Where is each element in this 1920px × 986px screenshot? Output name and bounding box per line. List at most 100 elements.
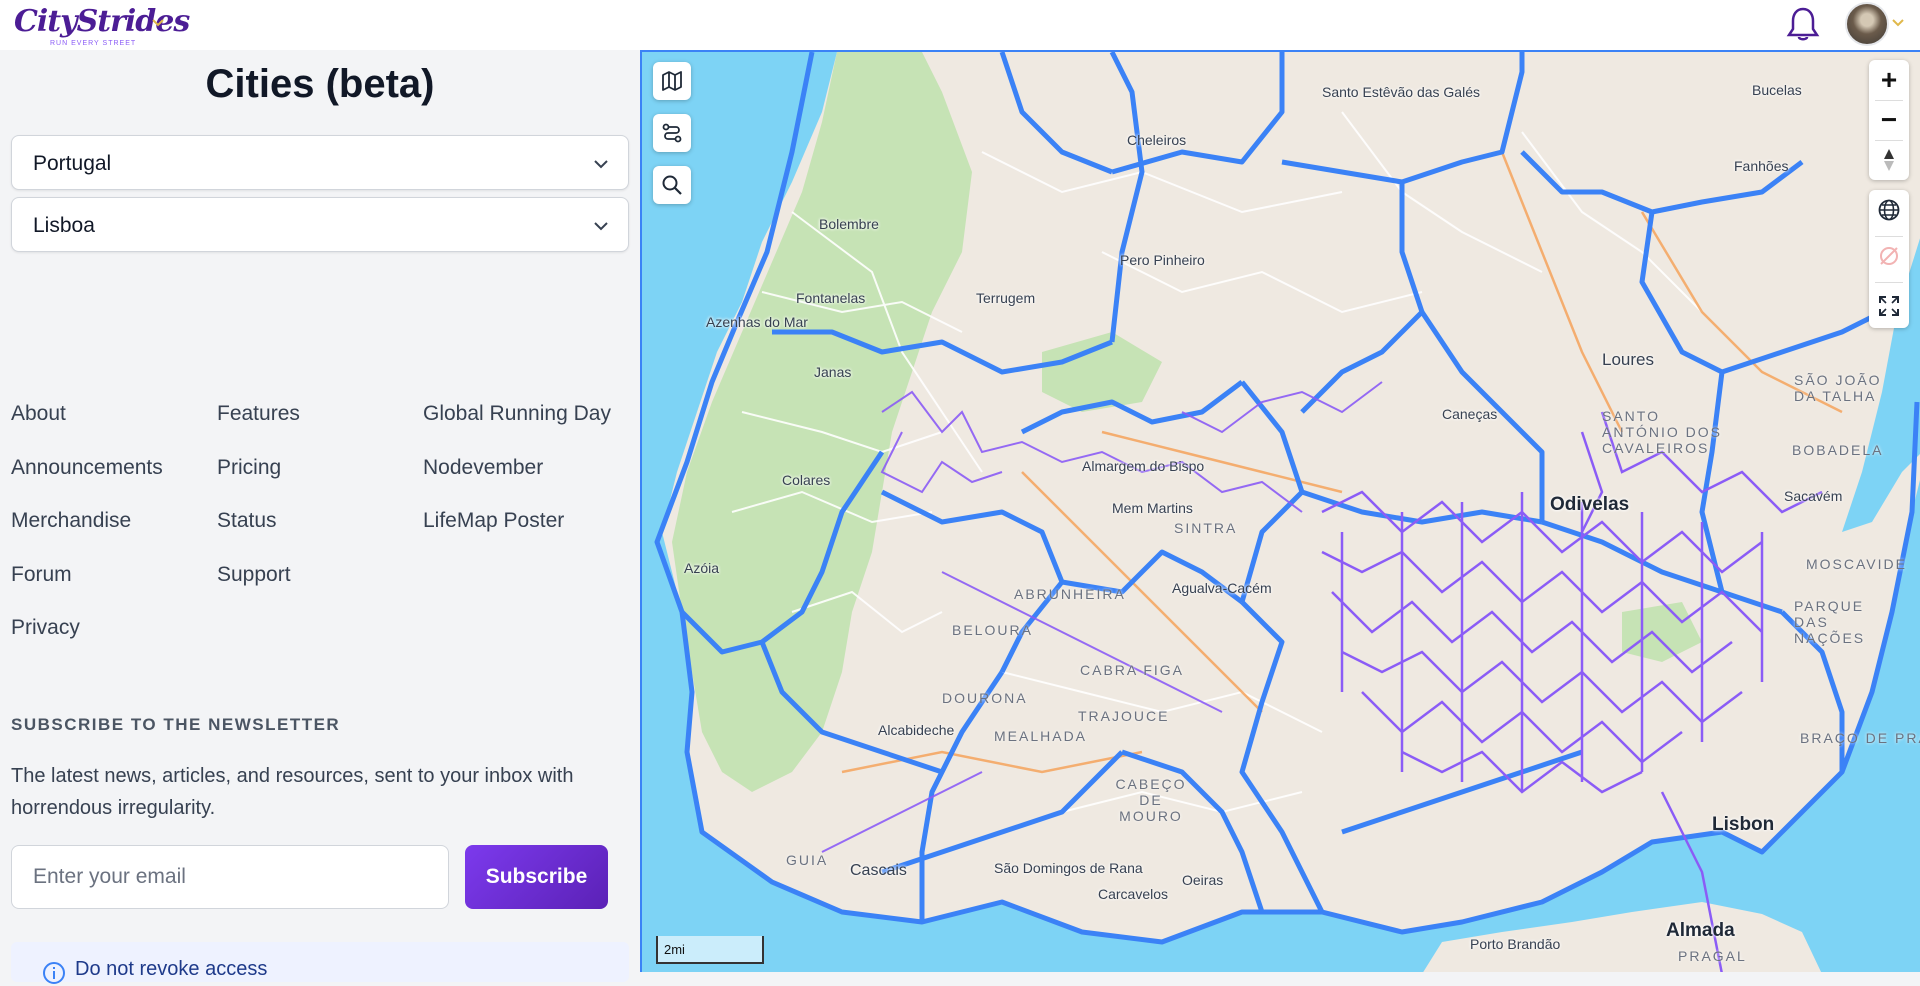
chevron-down-icon xyxy=(594,160,608,169)
newsletter-heading: SUBSCRIBE TO THE NEWSLETTER xyxy=(11,715,341,734)
link-pricing[interactable]: Pricing xyxy=(217,456,300,510)
bell-icon[interactable] xyxy=(1786,5,1820,43)
divider xyxy=(1875,236,1903,237)
notice-banner: Do not revoke access xyxy=(11,942,629,984)
brand-tagline: RUN EVERY STREET xyxy=(50,40,137,47)
chevron-down-icon[interactable] xyxy=(150,14,166,30)
footer-links-column: About Announcements Merchandise Forum Pr… xyxy=(11,402,163,670)
map-search-button[interactable] xyxy=(653,166,691,204)
map-scale-label: 2mi xyxy=(664,942,685,957)
city-select-value: Lisboa xyxy=(33,214,95,237)
map-area-label: MOSCAVIDE xyxy=(1806,556,1907,572)
sidebar: Cities (beta) Portugal Lisboa About Anno… xyxy=(0,50,640,984)
chevron-down-icon[interactable] xyxy=(1890,14,1906,30)
link-announcements[interactable]: Announcements xyxy=(11,456,163,510)
link-nodevember[interactable]: Nodevember xyxy=(423,456,611,510)
map-place-label: Pero Pinheiro xyxy=(1120,252,1205,268)
country-select[interactable]: Portugal xyxy=(11,135,629,190)
map-area-label: DOURONA xyxy=(942,690,1028,706)
zoom-out-button[interactable]: − xyxy=(1869,100,1909,140)
map-place-label: Santo Estêvão das Galés xyxy=(1322,84,1480,100)
map-place-label: Fontanelas xyxy=(796,290,866,306)
map-area-label: BOBADELA xyxy=(1792,442,1884,458)
map-area-label: TRAJOUCE xyxy=(1078,708,1170,724)
map-place-label: Sacavém xyxy=(1784,488,1843,504)
footer-links-column: Features Pricing Status Support xyxy=(217,402,300,616)
map-place-label: Carcavelos xyxy=(1098,886,1169,902)
map-place-label: Cascais xyxy=(850,862,907,879)
link-global-running-day[interactable]: Global Running Day xyxy=(423,402,611,456)
link-about[interactable]: About xyxy=(11,402,163,456)
map-extra-controls xyxy=(1869,190,1909,328)
map-area-label: SÃO JOÃO DA TALHA xyxy=(1794,372,1882,404)
map-area-label: CABEÇO DE MOURO xyxy=(1115,776,1187,824)
map-place-label: Bolembre xyxy=(819,216,879,232)
map-area-label: MEALHADA xyxy=(994,728,1088,744)
link-status[interactable]: Status xyxy=(217,509,300,563)
search-icon xyxy=(662,175,682,195)
map-place-label: Cheleiros xyxy=(1127,132,1187,148)
map-place-label: Loures xyxy=(1602,350,1654,369)
zoom-in-button[interactable]: + xyxy=(1869,60,1909,100)
map-place-label: Janas xyxy=(814,364,852,380)
divider xyxy=(1875,282,1903,283)
map-place-label: Alcabideche xyxy=(878,722,955,738)
map-place-label: Almada xyxy=(1666,920,1735,941)
map-place-label: Bucelas xyxy=(1752,82,1802,98)
chevron-down-icon xyxy=(594,222,608,231)
page-title: Cities (beta) xyxy=(205,62,435,106)
newsletter-description: The latest news, articles, and resources… xyxy=(11,765,574,819)
map-scale-bar: 2mi xyxy=(656,936,764,964)
map-icon xyxy=(662,71,682,91)
fullscreen-icon[interactable] xyxy=(1877,294,1901,318)
map-place-label: Terrugem xyxy=(976,290,1036,306)
map-place-label: Lisbon xyxy=(1712,814,1775,835)
city-select[interactable]: Lisboa xyxy=(11,197,629,252)
map-area-label: BELOURA xyxy=(952,622,1033,638)
globe-icon[interactable] xyxy=(1877,198,1901,222)
location-disabled-icon[interactable] xyxy=(1877,244,1901,268)
brand-logo[interactable]: CityStrides RUN EVERY STREET xyxy=(10,4,190,48)
map-area-label: BRAÇO DE PRATA xyxy=(1800,730,1920,746)
compass-icon[interactable] xyxy=(1881,148,1897,172)
map-place-label: Odivelas xyxy=(1550,494,1630,515)
map-area-label: SINTRA xyxy=(1174,520,1238,536)
route-button[interactable] xyxy=(653,114,691,152)
info-icon xyxy=(43,962,65,984)
email-input[interactable] xyxy=(11,845,449,909)
footer-links-column: Global Running Day Nodevember LifeMap Po… xyxy=(423,402,611,563)
map-style-button[interactable] xyxy=(653,62,691,100)
map-place-label: Azenhas do Mar xyxy=(706,314,808,330)
map-place-label: Colares xyxy=(782,472,831,488)
link-forum[interactable]: Forum xyxy=(11,563,163,617)
subscribe-button[interactable]: Subscribe xyxy=(465,845,608,909)
map-place-label: Fanhões xyxy=(1734,158,1789,174)
link-support[interactable]: Support xyxy=(217,563,300,617)
country-select-value: Portugal xyxy=(33,152,112,175)
map-place-label: São Domingos de Rana xyxy=(994,860,1143,876)
map-place-label: Mem Martins xyxy=(1112,500,1193,516)
map-area-label: SANTO ANTÓNIO DOS CAVALEIROS xyxy=(1602,408,1723,456)
map-place-label: Porto Brandão xyxy=(1470,936,1561,952)
zoom-controls: + − xyxy=(1869,60,1909,180)
map-place-label: Caneças xyxy=(1442,406,1498,422)
link-privacy[interactable]: Privacy xyxy=(11,616,163,670)
map-place-label: Oeiras xyxy=(1182,872,1224,888)
map-place-label: Agualva-Cacém xyxy=(1172,580,1272,596)
link-merchandise[interactable]: Merchandise xyxy=(11,509,163,563)
map-area-label: GUIA xyxy=(786,852,829,868)
link-lifemap-poster[interactable]: LifeMap Poster xyxy=(423,509,611,563)
map-area-label: PARQUE DAS NAÇÕES xyxy=(1794,598,1866,646)
link-features[interactable]: Features xyxy=(217,402,300,456)
map-area-label: ABRUNHEIRA xyxy=(1014,586,1126,602)
avatar[interactable] xyxy=(1845,2,1889,46)
map-place-label: Azóia xyxy=(684,560,720,576)
route-icon xyxy=(662,123,682,143)
map-view[interactable]: Santo Estêvão das Galés Bucelas Cheleiro… xyxy=(640,50,1920,972)
notice-text: Do not revoke access xyxy=(75,958,268,980)
map-place-label: Almargem do Bispo xyxy=(1082,458,1205,474)
top-bar: CityStrides RUN EVERY STREET xyxy=(0,0,1920,50)
map-area-label: CABRA FIGA xyxy=(1080,662,1185,678)
divider xyxy=(1875,140,1903,141)
map-area-label: PRAGAL xyxy=(1678,948,1747,964)
